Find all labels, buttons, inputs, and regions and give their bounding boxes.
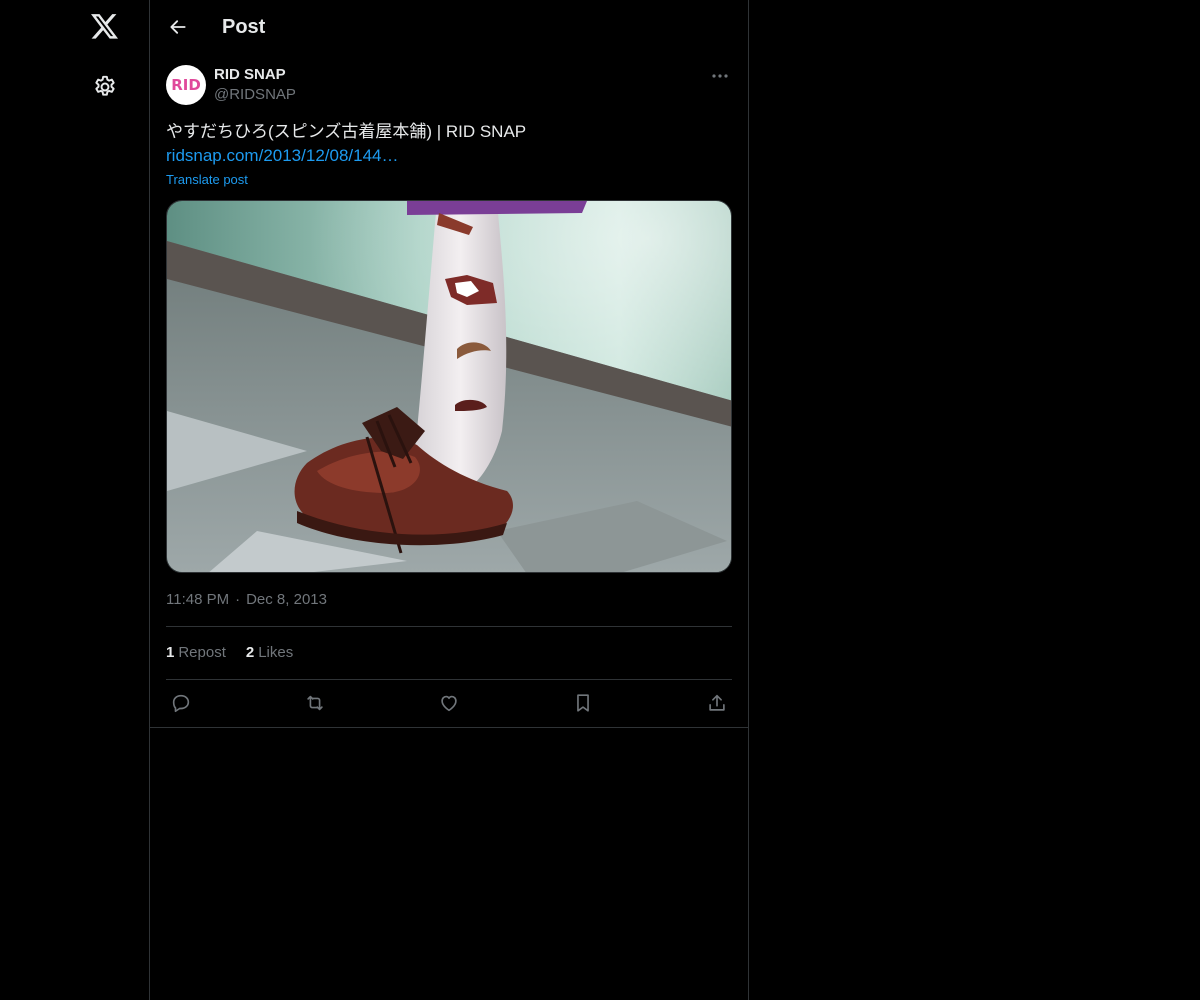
x-logo-button[interactable] [80,2,130,52]
post-author: RID RID SNAP @RIDSNAP [166,64,732,108]
back-arrow-icon [170,20,186,34]
bookmark-icon [577,694,589,712]
likes-label: Likes [258,644,294,661]
page-header: Post [150,0,748,54]
post-image[interactable] [166,200,732,573]
repost-icon [307,695,323,711]
post-timestamp: 11:48 PM · Dec 8, 2013 [166,590,327,610]
share-button[interactable] [700,686,734,720]
more-options-button[interactable] [708,65,732,87]
timestamp-separator: · [235,591,241,608]
likes-count: 2 [245,644,255,661]
share-icon [709,694,725,711]
likes-stat[interactable]: 2 Likes [246,643,293,663]
translate-post-link[interactable]: Translate post [166,172,248,188]
post-body: やすだちひろ(スピンズ古着屋本舗) | RID SNAP [166,122,527,141]
x-logo-icon [91,14,119,39]
main-column: Post RID RID SNAP @RIDSNAP やすだちひろ(スピンズ古着… [149,0,749,1000]
reposts-count: 1 [166,644,175,661]
post-time[interactable]: 11:48 PM [166,591,229,608]
app-root: Post RID RID SNAP @RIDSNAP やすだちひろ(スピンズ古着… [0,0,1200,1000]
author-handle[interactable]: @RIDSNAP [214,85,296,105]
left-nav [0,0,150,1000]
gear-icon [95,75,115,96]
divider [166,626,732,627]
reposts-stat[interactable]: 1 Repost [166,643,226,663]
reply-icon [172,694,190,713]
post-photo [167,201,731,572]
post-bottom-border [150,727,748,728]
more-dots-icon [712,74,728,78]
settings-button[interactable] [80,62,130,112]
post-actions [166,686,732,720]
reposts-label: Repost [178,644,226,661]
like-button[interactable] [432,686,466,720]
post: RID RID SNAP @RIDSNAP やすだちひろ(スピンズ古着屋本舗) … [166,64,732,713]
post-link[interactable]: ridsnap.com/2013/12/08/144… [166,146,399,165]
back-button[interactable] [160,9,196,45]
bookmark-button[interactable] [566,686,600,720]
post-text: やすだちひろ(スピンズ古着屋本舗) | RID SNAP ridsnap.com… [166,120,732,168]
avatar-logo-text: RID [171,76,201,94]
repost-button[interactable] [298,686,332,720]
post-date[interactable]: Dec 8, 2013 [246,591,327,608]
reply-button[interactable] [164,686,198,720]
author-name[interactable]: RID SNAP [214,65,286,85]
page-title: Post [222,16,266,38]
avatar[interactable]: RID [166,65,206,105]
divider [166,679,732,680]
heart-icon [441,695,457,712]
post-stats: 1 Repost 2 Likes [166,643,293,663]
